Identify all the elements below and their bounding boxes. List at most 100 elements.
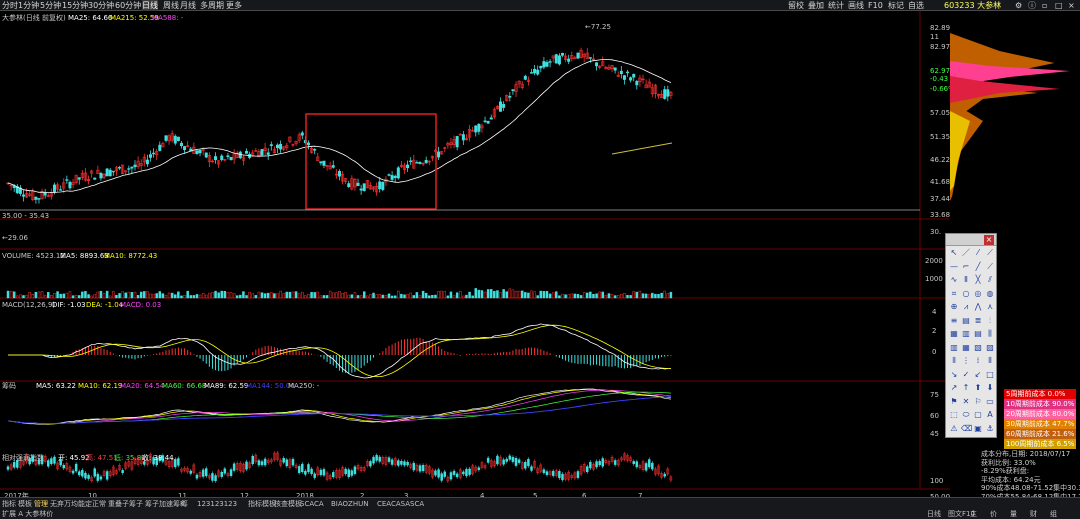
indicator-tab-9[interactable]: 筹 [181,499,188,509]
drawing-tool-icon[interactable]: ⟋ [985,262,995,272]
indicator-tab-12[interactable]: 核查模板 [274,499,302,509]
drawing-tool-icon[interactable]: ▢ [973,410,983,420]
drawing-tool-icon[interactable]: ○ [961,289,971,299]
drawing-tool-icon[interactable]: ⬇ [985,383,995,393]
drawing-tool-icon[interactable]: ◍ [985,289,995,299]
drawing-tool-icon[interactable]: ↗ [949,383,959,393]
drawing-tool-icon[interactable]: ↖ [949,248,959,258]
drawing-tool-icon[interactable]: ⁞ [973,356,983,366]
tab-0[interactable]: 分时 [2,0,18,11]
drawing-tool-icon[interactable]: ⌗ [949,289,959,299]
toolbar-item-5[interactable]: 标记 [888,0,904,11]
tab-9[interactable]: 多周期 [200,0,224,11]
drawing-tool-icon[interactable]: ⫼ [985,329,995,339]
indicator-tab-7[interactable]: 筹子 [129,499,143,509]
drawing-tool-icon[interactable]: ⚐ [973,397,983,407]
indicator-tab-5[interactable]: 正常 [92,499,106,509]
drawing-tool-icon[interactable]: ↑ [961,383,971,393]
drawing-tool-icon[interactable]: ⌐ [961,262,971,272]
toolbar-item-2[interactable]: 统计 [828,0,844,11]
view-tab-5[interactable]: 财 [1030,509,1037,519]
drawing-tool-icon[interactable]: ⚑ [949,397,959,407]
indicator-tab-6[interactable]: 重叠子 [108,499,129,509]
drawing-tool-icon[interactable]: ⌫ [961,424,972,434]
drawing-tool-icon[interactable]: ⬆ [973,383,983,393]
drawing-tool-icon[interactable]: ⁄ [973,248,983,258]
drawing-tool-icon[interactable]: ╱ [973,262,983,272]
close-icon[interactable]: × [1068,0,1076,11]
indicator-tab-14[interactable]: BIAOZHUN [331,499,368,509]
drawing-tool-icon[interactable]: ▧ [973,343,983,353]
drawing-tool-icon[interactable]: ⩘ [961,302,971,312]
drawing-tool-icon[interactable]: ▦ [949,329,959,339]
drawing-tool-icon[interactable]: ⋏ [985,302,995,312]
drawing-tool-icon[interactable]: ⊕ [949,302,959,312]
tab-4[interactable]: 30分钟 [88,0,114,11]
indicator-tab-8[interactable]: 筹子加速筹K [145,499,185,509]
drawing-tool-icon[interactable]: ⟋ [985,248,995,258]
toolbar-item-3[interactable]: 画线 [848,0,864,11]
drawing-tool-icon[interactable]: ⚠ [949,424,959,434]
drawing-tool-icon[interactable]: ⋀ [973,302,983,312]
drawing-tool-icon[interactable]: □ [985,370,995,380]
info-icon[interactable]: ⓘ [1028,0,1036,11]
drawing-tool-icon[interactable]: ▭ [985,397,995,407]
tab-8[interactable]: 月线 [180,0,196,11]
drawing-tool-icon[interactable]: ◎ [973,289,983,299]
indicator-tab-3[interactable]: 无弃万 [50,499,71,509]
drawing-tool-icon[interactable]: ∿ [949,275,959,285]
toolbox-close-button[interactable]: × [984,235,994,245]
view-tab-4[interactable]: 量 [1010,509,1017,519]
drawing-tool-icon[interactable]: ⚓ [985,424,995,434]
toolbar-item-4[interactable]: F10 [868,0,883,11]
drawing-tool-icon[interactable]: ▥ [949,343,959,353]
toolbar-item-0[interactable]: 留校 [788,0,804,11]
drawing-tool-icon[interactable]: ↘ [949,370,959,380]
tab-3[interactable]: 15分钟 [62,0,88,11]
tab-7[interactable]: 周线 [163,0,179,11]
drawing-tool-icon[interactable]: ⦀ [985,356,995,366]
tab-5[interactable]: 60分钟 [115,0,141,11]
settings-icon[interactable]: ⚙ [1015,0,1023,11]
drawing-tool-icon[interactable]: ▨ [985,343,995,353]
drawing-tool-icon[interactable]: ▤ [961,316,971,326]
drawing-tool-icon[interactable]: ≡ [949,316,959,326]
drawing-tool-icon[interactable]: ▥ [961,329,971,339]
restore-icon[interactable]: □ [1055,0,1063,11]
drawing-tool-icon[interactable]: ≣ [973,316,983,326]
indicator-tab-1[interactable]: 模板 [18,499,32,509]
drawing-tool-icon[interactable]: ⫽ [985,275,995,285]
tab-1[interactable]: 1分钟 [18,0,39,11]
indicator-tab-4[interactable]: 均能定 [71,499,92,509]
drawing-tool-icon[interactable]: ⬭ [961,410,971,420]
indicator-tab-13[interactable]: SCACA [300,499,324,509]
drawing-tool-icon[interactable]: — [949,262,959,272]
drawing-tool-icon[interactable]: ▤ [973,329,983,339]
drawing-tool-icon[interactable]: Ⅱ [961,275,971,285]
indicator-tab-11[interactable]: 指标模板 [248,499,276,509]
tab-6[interactable]: 日线 [142,0,158,11]
toolbar-item-6[interactable]: 自选 [908,0,924,11]
indicator-tab-0[interactable]: 指标 [2,499,16,509]
drawing-tool-icon[interactable]: ⫴ [949,356,959,366]
indicator-tab-15[interactable]: CEACASASCA [377,499,424,509]
toolbar-item-1[interactable]: 叠加 [808,0,824,11]
drawing-tool-icon[interactable]: ／ [961,248,971,258]
tab-2[interactable]: 5分钟 [40,0,61,11]
drawing-tool-icon[interactable]: ▦ [961,343,971,353]
view-tab-6[interactable]: 组 [1050,509,1057,519]
drawing-tool-icon[interactable]: ▣ [973,424,983,434]
price-chart-area[interactable]: 大参林(日线 前复权) MA25: 64.66MA215: 52.59MA588:… [0,11,950,500]
drawing-tool-icon[interactable]: ↙ [973,370,983,380]
indicator-tab-10[interactable]: 123123123 [197,499,237,509]
indicator-tab-2[interactable]: 管理 [34,499,48,509]
drawing-tool-icon[interactable]: ⬚ [949,410,959,420]
drawing-tool-icon[interactable]: A [985,410,995,420]
drawing-tool-icon[interactable]: ✕ [961,397,971,407]
tab-10[interactable]: 更多 [226,0,242,11]
view-tab-2[interactable]: 主 [970,509,977,519]
drawing-tool-icon[interactable]: ⫶ [985,316,995,326]
drawing-tool-icon[interactable]: ✓ [961,370,971,380]
drawing-tool-icon[interactable]: ╳ [973,275,983,285]
minimize-icon[interactable]: ▫ [1042,0,1050,11]
